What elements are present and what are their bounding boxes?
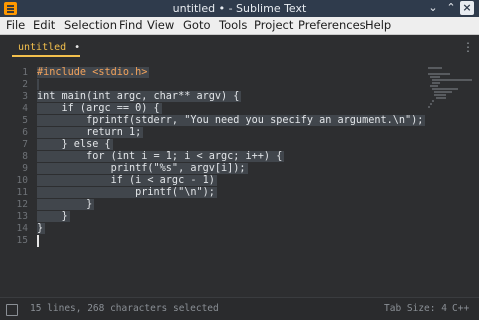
code-line xyxy=(37,79,39,90)
menu-file[interactable]: File xyxy=(6,17,25,34)
line-number: 2 xyxy=(22,79,28,90)
code-text[interactable]: #include <stdio.h> int main(int argc, ch… xyxy=(37,61,426,297)
menu-selection[interactable]: Selection xyxy=(64,17,117,34)
line-number-gutter: 1 2 3 4 5 6 7 8 9 10 11 12 13 14 15 xyxy=(0,61,28,297)
line-number: 15 xyxy=(16,235,28,246)
selection-status: 15 lines, 268 characters selected xyxy=(30,303,219,314)
code-line: } xyxy=(37,211,70,222)
panel-toggle-icon[interactable] xyxy=(6,304,18,316)
line-number: 4 xyxy=(22,103,28,114)
window-title: untitled • - Sublime Text xyxy=(172,2,307,15)
menu-bar: File Edit Selection Find View Goto Tools… xyxy=(0,17,479,35)
code-line: fprintf(stderr, "You need you specify an… xyxy=(37,115,426,126)
code-line: if (i < argc - 1) xyxy=(37,175,217,186)
text-cursor xyxy=(37,235,39,247)
line-number: 12 xyxy=(16,199,28,210)
line-number: 13 xyxy=(16,211,28,222)
line-number: 14 xyxy=(16,223,28,234)
line-number: 7 xyxy=(22,139,28,150)
sublime-text-window: untitled • - Sublime Text ⌄ ⌃ × File Edi… xyxy=(0,0,479,320)
line-number: 9 xyxy=(22,163,28,174)
code-line: return 1; xyxy=(37,127,144,138)
code-line: } else { xyxy=(37,139,113,150)
menu-preferences[interactable]: Preferences xyxy=(298,17,366,34)
code-line: } xyxy=(37,223,46,234)
title-bar: untitled • - Sublime Text ⌄ ⌃ × xyxy=(0,0,479,17)
line-number: 11 xyxy=(16,187,28,198)
menu-tools[interactable]: Tools xyxy=(219,17,247,34)
tab-label: untitled xyxy=(18,42,67,53)
menu-project[interactable]: Project xyxy=(254,17,293,34)
menu-edit[interactable]: Edit xyxy=(33,17,55,34)
minimap[interactable] xyxy=(426,65,476,125)
code-line: #include <stdio.h> xyxy=(37,67,150,78)
menu-help[interactable]: Help xyxy=(365,17,391,34)
tab-bar: untitled • xyxy=(0,35,479,61)
status-bar: 15 lines, 268 characters selected Tab Si… xyxy=(0,297,479,320)
line-number: 3 xyxy=(22,91,28,102)
line-number: 10 xyxy=(16,175,28,186)
minimize-button[interactable]: ⌄ xyxy=(426,1,440,15)
syntax-selector[interactable]: C++ xyxy=(452,302,469,316)
menu-goto[interactable]: Goto xyxy=(183,17,211,34)
close-button[interactable]: × xyxy=(460,1,474,15)
code-line: printf("\n"); xyxy=(37,187,217,198)
line-number: 5 xyxy=(22,115,28,126)
editor-area[interactable]: 1 2 3 4 5 6 7 8 9 10 11 12 13 14 15 #inc… xyxy=(0,61,479,297)
maximize-button[interactable]: ⌃ xyxy=(444,1,458,15)
line-number: 1 xyxy=(22,67,28,78)
line-number: 6 xyxy=(22,127,28,138)
code-line: } xyxy=(37,199,95,210)
tab-size-selector[interactable]: Tab Size: 4 xyxy=(384,302,447,316)
line-number: 8 xyxy=(22,151,28,162)
code-line: if (argc == 0) { xyxy=(37,103,162,114)
code-line: for (int i = 1; i < argc; i++) { xyxy=(37,151,285,162)
more-options-icon[interactable]: ⋮ xyxy=(462,40,474,54)
unsaved-dot-icon: • xyxy=(74,42,81,53)
active-tab-indicator xyxy=(12,55,80,57)
code-line: printf("%s", argv[i]); xyxy=(37,163,248,174)
code-line: int main(int argc, char** argv) { xyxy=(37,91,242,102)
menu-view[interactable]: View xyxy=(147,17,174,34)
menu-find[interactable]: Find xyxy=(119,17,143,34)
